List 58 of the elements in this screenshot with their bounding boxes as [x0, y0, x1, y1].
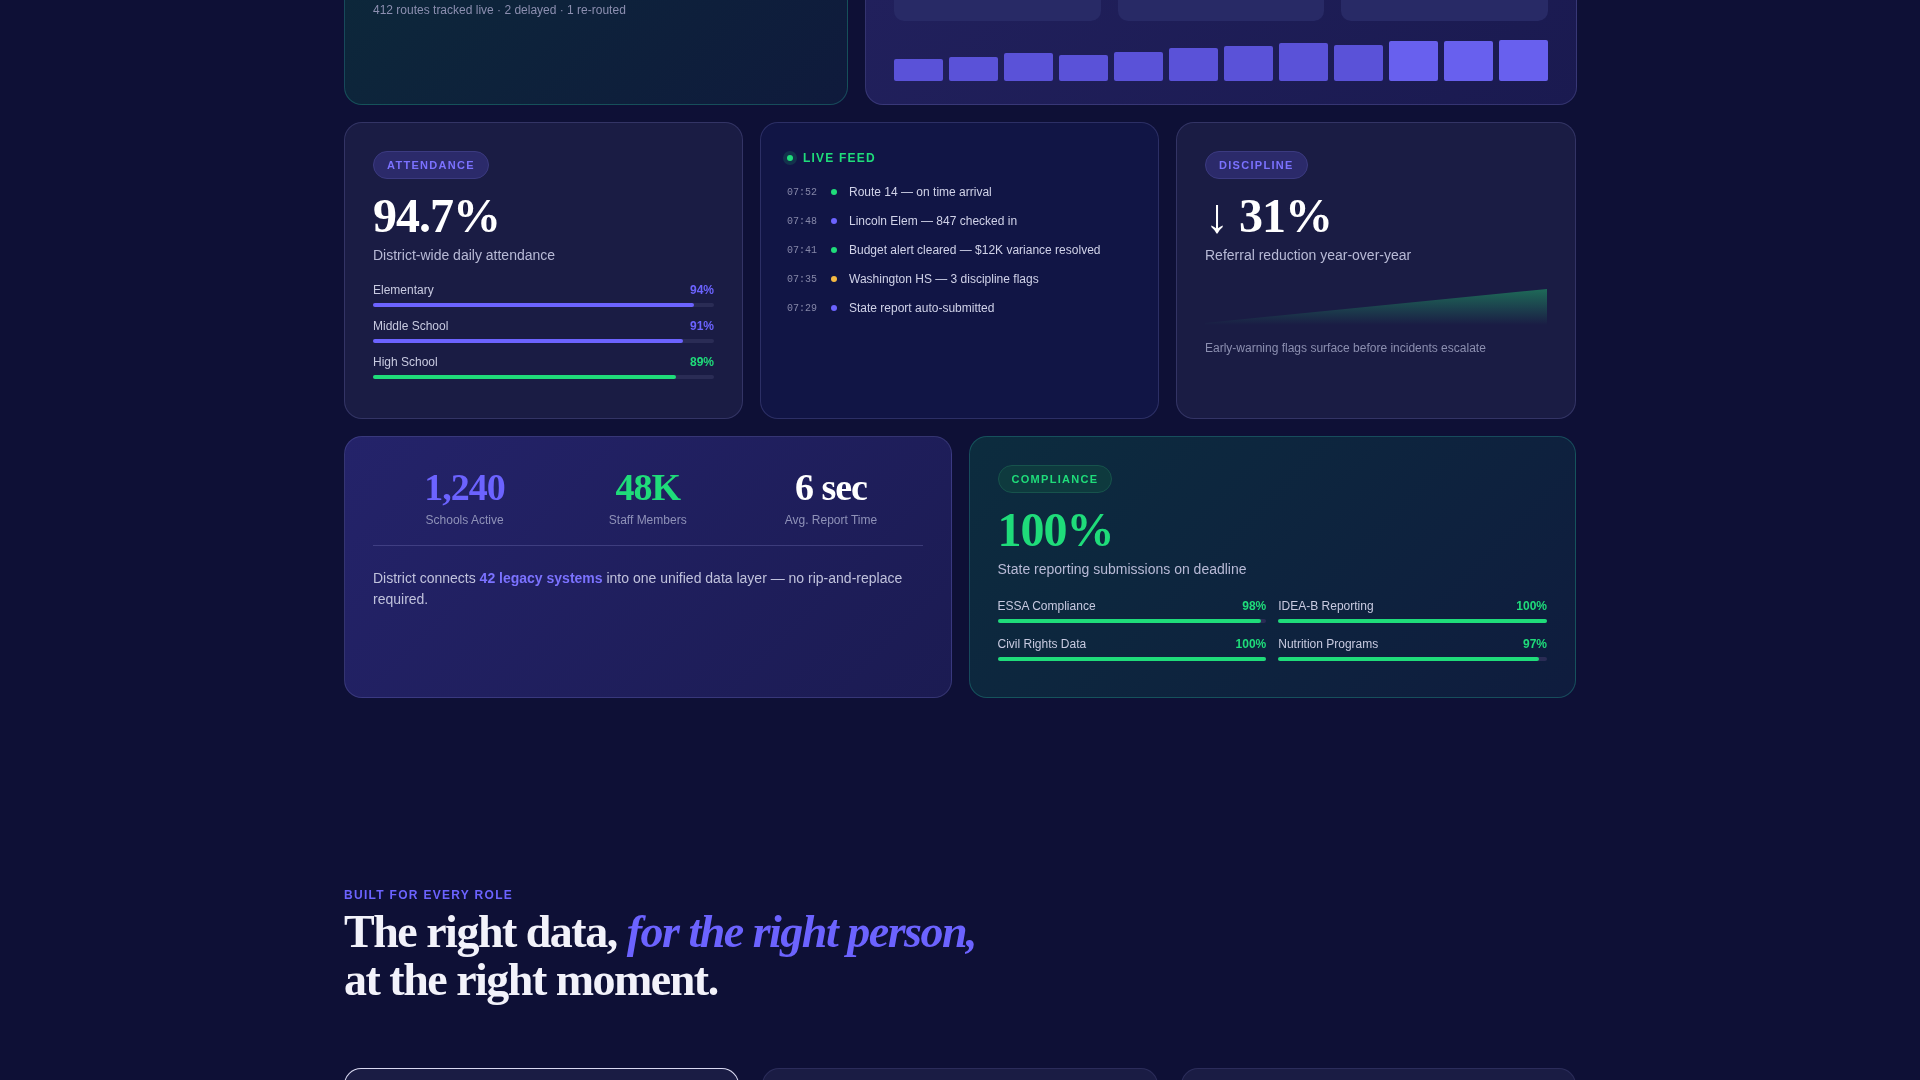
bar-reading: 97%: [1522, 637, 1547, 652]
feed-time: 07:29: [787, 302, 818, 314]
chart-bar: [1279, 43, 1328, 81]
live-dot-icon: [783, 151, 797, 165]
feed-text: Lincoln Elem — 847 checked in: [849, 214, 1018, 228]
chart-bar: [894, 59, 943, 81]
bar-reading: 98%: [1242, 599, 1267, 614]
bar-reading: 100%: [1235, 637, 1267, 652]
bar-label: Middle School: [373, 319, 449, 334]
compliance-caption: State reporting submissions on deadline: [997, 561, 1248, 578]
bar-label: Nutrition Programs: [1278, 637, 1379, 652]
section-headline: The right data, for the right person, at the right moment.: [344, 908, 978, 1005]
stat-label: Schools Active: [425, 513, 504, 527]
bar-reading: 100%: [1516, 599, 1547, 614]
attendance-caption: District-wide daily attendance: [373, 247, 557, 264]
category-tag: DISCIPLINE: [1205, 151, 1308, 179]
feed-text: Washington HS — 3 discipline flags: [849, 272, 1039, 286]
feed-time: 07:35: [787, 273, 818, 285]
chart-bar: [1169, 48, 1218, 81]
feed-text: Budget alert cleared — $12K variance resolved: [849, 243, 1101, 257]
bar-label: ESSA Compliance: [997, 599, 1096, 614]
stat-value: 1,240: [424, 465, 505, 509]
chart-bar: [949, 57, 998, 81]
chart-bar: [1389, 41, 1438, 81]
integration-description: District connects 42 legacy systems into one unified data layer — no rip-and-replace required.: [373, 569, 904, 609]
feed-time: 07:48: [787, 215, 818, 227]
discipline-value: ↓ 31%: [1205, 191, 1333, 242]
bar-label: IDEA-B Reporting: [1278, 599, 1374, 614]
compliance-value: 100%: [997, 505, 1115, 556]
section-eyebrow: BUILT FOR EVERY ROLE: [344, 888, 515, 902]
chart-bar: [1114, 52, 1163, 81]
chart-bar: [1499, 40, 1548, 81]
category-tag: COMPLIANCE: [997, 465, 1113, 493]
chart-bar: [1004, 53, 1053, 81]
feed-time: 07:52: [787, 186, 818, 198]
bar-label: Civil Rights Data: [997, 637, 1087, 652]
bar-reading: 94%: [689, 283, 714, 298]
chart-bar: [1334, 45, 1383, 81]
attendance-value: 94.7%: [373, 191, 501, 242]
stat-label: Staff Members: [608, 513, 687, 527]
discipline-caption: Referral reduction year-over-year: [1205, 247, 1413, 264]
feed-time: 07:41: [787, 244, 818, 256]
feed-text: Route 14 — on time arrival: [849, 185, 992, 199]
feed-text: State report auto-submitted: [849, 301, 995, 315]
live-feed-title: LIVE FEED: [803, 151, 876, 165]
bar-reading: 91%: [689, 319, 714, 334]
stat-value: 6 sec: [794, 465, 867, 509]
stat-label: Avg. Report Time: [784, 513, 878, 527]
chart-bar: [1224, 46, 1273, 81]
routes-caption: 412 routes tracked live · 2 delayed · 1 re-routed: [373, 3, 627, 17]
chart-bar: [1059, 55, 1108, 81]
discipline-note: Early-warning flags surface before incidents escalate: [1205, 341, 1487, 356]
bar-label: Elementary: [373, 283, 434, 298]
category-tag: ATTENDANCE: [373, 151, 489, 179]
bar-label: High School: [373, 355, 438, 370]
chart-bar: [1444, 41, 1493, 81]
bar-reading: 89%: [689, 355, 714, 370]
stat-value: 48K: [615, 465, 680, 509]
